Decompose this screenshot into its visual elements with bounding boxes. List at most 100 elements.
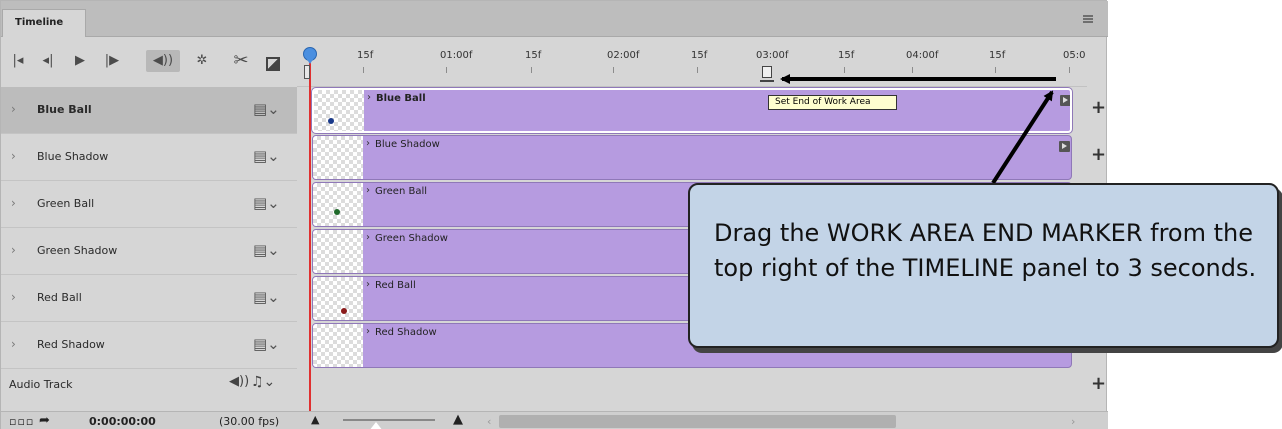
next-frame-button[interactable]: |▶ bbox=[101, 50, 123, 72]
chevron-right-icon[interactable]: › bbox=[11, 149, 16, 163]
current-timecode: 0:00:00:00 bbox=[89, 415, 156, 428]
layer-name: Blue Shadow bbox=[37, 150, 109, 163]
chevron-right-icon[interactable]: › bbox=[11, 290, 16, 304]
tab-strip: Timeline bbox=[1, 1, 1108, 37]
ruler-label: 15f bbox=[525, 50, 542, 61]
layer-name: Green Ball bbox=[37, 197, 95, 210]
zoom-out-icon[interactable]: ▲ bbox=[311, 413, 319, 426]
clip-thumbnail bbox=[313, 183, 363, 226]
clip-label: Green Shadow bbox=[375, 233, 448, 244]
zoom-slider[interactable] bbox=[343, 419, 435, 421]
layer-name: Green Shadow bbox=[37, 244, 118, 257]
play-button[interactable]: ▶ bbox=[71, 50, 89, 72]
ruler-label: 03:00f bbox=[756, 50, 789, 61]
chevron-right-icon[interactable]: › bbox=[366, 138, 370, 149]
zoom-in-icon[interactable]: ▲ bbox=[453, 412, 463, 427]
ruler-label: 15f bbox=[691, 50, 708, 61]
film-icon[interactable]: ▤⌄ bbox=[253, 100, 280, 118]
ball-dot bbox=[334, 209, 340, 215]
transition-button[interactable] bbox=[266, 57, 280, 71]
status-bar: ▫▫▫ ➦ 0:00:00:00 (30.00 fps) ▲ ▲ ‹ › bbox=[1, 411, 1108, 429]
clip-label: Green Ball bbox=[375, 186, 428, 197]
go-to-first-frame-button[interactable]: |◂ bbox=[9, 50, 27, 72]
time-ruler[interactable]: 15f 01:00f 15f 02:00f 15f 03:00f 15f 04:00f 15f 0… bbox=[297, 37, 1087, 87]
chevron-right-icon[interactable]: › bbox=[367, 92, 371, 103]
layer-row[interactable]: › Green Shadow ▤⌄ bbox=[1, 228, 297, 275]
clip-end-icon[interactable] bbox=[1060, 95, 1070, 106]
scroll-left-icon[interactable]: ‹ bbox=[487, 415, 491, 428]
instruction-text: Drag the WORK AREA END MARKER from the t… bbox=[714, 219, 1257, 282]
zoom-slider-thumb[interactable] bbox=[369, 422, 383, 429]
ruler-tick bbox=[697, 67, 698, 73]
scroll-right-icon[interactable]: › bbox=[1071, 415, 1075, 428]
menu-icon[interactable] bbox=[1083, 15, 1093, 23]
clip-thumbnail bbox=[313, 136, 363, 179]
film-icon[interactable]: ▤⌄ bbox=[253, 288, 280, 306]
layer-name: Red Ball bbox=[37, 291, 82, 304]
layer-row[interactable]: › Red Shadow ▤⌄ bbox=[1, 322, 297, 369]
chevron-right-icon[interactable]: › bbox=[11, 102, 16, 116]
ruler-label: 01:00f bbox=[440, 50, 473, 61]
speaker-icon[interactable]: ◀)) bbox=[229, 374, 249, 389]
ruler-label: 05:0 bbox=[1063, 50, 1086, 61]
frame-mode-icon[interactable]: ▫▫▫ bbox=[9, 415, 34, 428]
tooltip: Set End of Work Area bbox=[768, 95, 897, 110]
clip-label: Blue Ball bbox=[376, 93, 426, 104]
clip-thumbnail bbox=[314, 90, 364, 131]
chevron-right-icon[interactable]: › bbox=[366, 185, 370, 196]
film-icon[interactable]: ▤⌄ bbox=[253, 335, 280, 353]
playhead-line bbox=[309, 61, 311, 411]
clip-end-icon[interactable] bbox=[1059, 141, 1070, 152]
instruction-callout: Drag the WORK AREA END MARKER from the t… bbox=[688, 183, 1279, 348]
film-icon[interactable]: ▤⌄ bbox=[253, 241, 280, 259]
horizontal-scrollbar[interactable] bbox=[499, 415, 896, 428]
gear-icon[interactable]: ✲ bbox=[191, 50, 213, 72]
chevron-right-icon[interactable]: › bbox=[366, 279, 370, 290]
previous-frame-button[interactable]: ◂| bbox=[39, 50, 57, 72]
tab-timeline[interactable]: Timeline bbox=[2, 9, 86, 37]
ruler-tick bbox=[446, 67, 447, 73]
work-area-end-marker[interactable] bbox=[760, 66, 774, 86]
layer-name: Red Shadow bbox=[37, 338, 105, 351]
add-icon[interactable]: + bbox=[1091, 373, 1106, 394]
layer-row[interactable]: › Green Ball ▤⌄ bbox=[1, 181, 297, 228]
ruler-tick bbox=[844, 67, 845, 73]
clip-thumbnail bbox=[313, 324, 363, 367]
ruler-label: 02:00f bbox=[607, 50, 640, 61]
render-video-icon[interactable]: ➦ bbox=[39, 413, 50, 428]
layer-name: Blue Ball bbox=[37, 103, 92, 116]
frame-rate: (30.00 fps) bbox=[219, 415, 280, 428]
film-icon[interactable]: ▤⌄ bbox=[253, 194, 280, 212]
transport-toolbar: |◂ ◂| ▶ |▶ ◀)) ✲ ✂ bbox=[1, 37, 297, 87]
scissors-icon[interactable]: ✂ bbox=[229, 50, 253, 72]
add-icon[interactable]: + bbox=[1091, 144, 1106, 165]
clip-thumbnail bbox=[313, 277, 363, 320]
chevron-right-icon[interactable]: › bbox=[11, 243, 16, 257]
ball-dot bbox=[341, 308, 347, 314]
chevron-right-icon[interactable]: › bbox=[11, 196, 16, 210]
clip-track[interactable]: › Blue Shadow bbox=[312, 135, 1072, 180]
audio-toggle-button[interactable]: ◀)) bbox=[146, 50, 180, 72]
clip-label: Red Shadow bbox=[375, 327, 437, 338]
clip-label: Red Ball bbox=[375, 280, 416, 291]
layer-row[interactable]: › Blue Shadow ▤⌄ bbox=[1, 134, 297, 181]
ruler-tick bbox=[363, 67, 364, 73]
work-area-start-marker[interactable] bbox=[304, 65, 310, 79]
layer-row[interactable]: › Red Ball ▤⌄ bbox=[1, 275, 297, 322]
chevron-right-icon[interactable]: › bbox=[366, 232, 370, 243]
clip-thumbnail bbox=[313, 230, 363, 273]
layer-row[interactable]: › Blue Ball ▤⌄ bbox=[1, 87, 297, 134]
add-icon[interactable]: + bbox=[1091, 97, 1106, 118]
ruler-tick bbox=[995, 67, 996, 73]
ruler-label: 15f bbox=[989, 50, 1006, 61]
clip-label: Blue Shadow bbox=[375, 139, 440, 150]
playhead[interactable] bbox=[303, 47, 317, 64]
audio-track-row[interactable]: Audio Track ◀)) ♫⌄ bbox=[1, 369, 297, 399]
ruler-label: 15f bbox=[838, 50, 855, 61]
music-note-icon[interactable]: ♫⌄ bbox=[251, 374, 275, 390]
clip-track[interactable]: › Blue Ball bbox=[312, 88, 1072, 133]
film-icon[interactable]: ▤⌄ bbox=[253, 147, 280, 165]
chevron-right-icon[interactable]: › bbox=[11, 337, 16, 351]
ruler-label: 04:00f bbox=[906, 50, 939, 61]
chevron-right-icon[interactable]: › bbox=[366, 326, 370, 337]
